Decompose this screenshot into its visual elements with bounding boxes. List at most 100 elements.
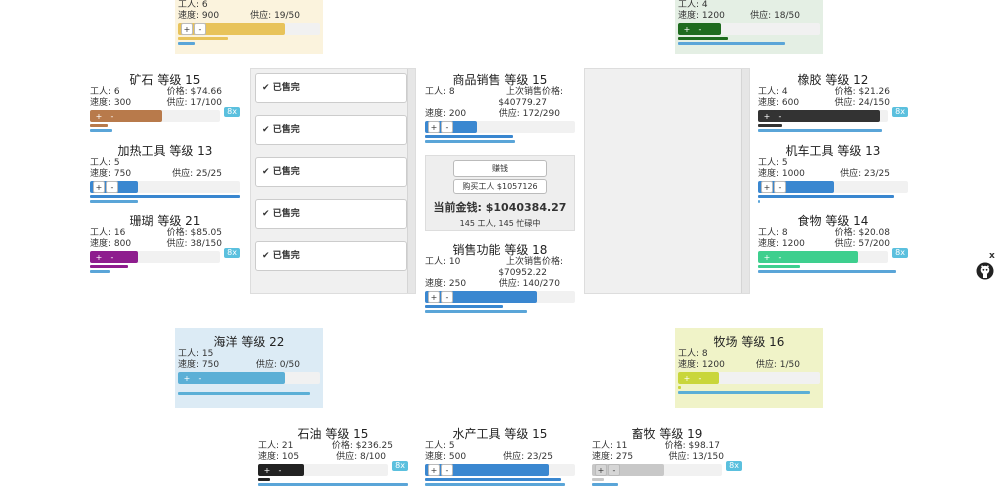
rubber-progress (758, 124, 908, 127)
add-worker-button[interactable]: + (428, 121, 440, 133)
rubber-workers: 工人: 4 (758, 87, 788, 97)
food-progress (758, 265, 908, 268)
remove-worker-button[interactable]: - (694, 372, 706, 384)
lathe-tools-title: 机车工具 等级 13 (785, 144, 881, 158)
current-money: 当前金钱: $1040384.27 (433, 201, 567, 214)
rubber-supply-bar (758, 129, 908, 132)
add-worker-button[interactable]: + (181, 372, 193, 384)
sales-func-worker-control: + - (425, 291, 575, 303)
add-worker-button[interactable]: + (595, 464, 607, 476)
heating-tools-supply-bar (90, 200, 240, 203)
sales-func-title: 销售功能 等级 18 (452, 243, 548, 257)
add-worker-button[interactable]: + (761, 251, 773, 263)
top-right-card: 工人: 4 速度: 1200 供应: 18/50 + - (675, 0, 823, 54)
add-worker-button[interactable]: + (93, 251, 105, 263)
food-title: 食物 等级 14 (797, 214, 869, 228)
top-right-supply: 供应: 18/50 (750, 11, 800, 21)
food-supply-bar (758, 270, 908, 273)
add-worker-button[interactable]: + (93, 181, 105, 193)
coral-worker-control: + - 8x (90, 248, 240, 263)
ranch-supply: 供应: 1/50 (755, 360, 800, 370)
add-worker-button[interactable]: + (681, 23, 693, 35)
sales-func-last-price-label: 上次销售价格: (505, 257, 563, 267)
ore-title: 矿石 等级 15 (129, 73, 201, 87)
remove-worker-button[interactable]: - (194, 23, 206, 35)
top-right-speed: 速度: 1200 (678, 11, 725, 21)
add-worker-button[interactable]: + (181, 23, 193, 35)
heating-tools-supply: 供应: 25/25 (172, 169, 222, 179)
oil-speed: 速度: 105 (258, 452, 300, 462)
ranch-worker-control: + - (678, 372, 820, 384)
check-icon: ✔ (262, 167, 270, 177)
oil-worker-control: + - 8x (258, 461, 408, 476)
sales-progress (425, 135, 575, 138)
rubber-title: 橡胶 等级 12 (797, 73, 869, 87)
remove-worker-button[interactable]: - (441, 464, 453, 476)
add-worker-button[interactable]: + (428, 291, 440, 303)
ore-supply-bar (90, 129, 240, 132)
github-icon[interactable] (976, 262, 994, 280)
multiplier-badge[interactable]: 8x (392, 461, 408, 471)
remove-worker-button[interactable]: - (106, 251, 118, 263)
multiplier-badge[interactable]: 8x (224, 107, 240, 117)
sold-out-item[interactable]: ✔ 已售完 (255, 157, 407, 187)
remove-worker-button[interactable]: - (774, 181, 786, 193)
aqua-tools-supply: 供应: 23/25 (503, 452, 553, 462)
coral-supply-bar (90, 270, 240, 273)
add-worker-button[interactable]: + (761, 110, 773, 122)
ore-card: 矿石 等级 15 工人: 6 价格: $74.66 速度: 300 供应: 17/1… (90, 73, 240, 132)
remove-worker-button[interactable]: - (194, 372, 206, 384)
top-left-speed: 速度: 900 (178, 11, 220, 21)
remove-worker-button[interactable]: - (608, 464, 620, 476)
sold-out-panel: ✔ 已售完 ✔ 已售完 ✔ 已售完 ✔ 已售完 ✔ 已售完 (250, 68, 416, 294)
sold-out-item[interactable]: ✔ 已售完 (255, 115, 407, 145)
scrollbar[interactable] (407, 69, 415, 293)
add-worker-button[interactable]: + (261, 464, 273, 476)
top-left-card: 工人: 6 速度: 900 供应: 19/50 + - (175, 0, 323, 54)
scrollbar[interactable] (741, 69, 749, 293)
remove-worker-button[interactable]: - (694, 23, 706, 35)
ranch-card: 牧场 等级 16 工人: 8 速度: 1200 供应: 1/50 + - (675, 328, 823, 408)
add-worker-button[interactable]: + (428, 464, 440, 476)
top-right-supply-bar (678, 42, 820, 45)
lathe-tools-progress (758, 195, 908, 198)
top-left-supply-bar (178, 42, 320, 45)
multiplier-badge[interactable]: 8x (892, 107, 908, 117)
remove-worker-button[interactable]: - (774, 110, 786, 122)
check-icon: ✔ (262, 251, 270, 261)
coral-progress (90, 265, 240, 268)
sold-out-item[interactable]: ✔ 已售完 (255, 73, 407, 103)
oil-workers: 工人: 21 (258, 441, 294, 451)
add-worker-button[interactable]: + (681, 372, 693, 384)
sales-card: 商品销售 等级 15 工人: 8 上次销售价格: $40779.27 速度: 20… (425, 73, 575, 143)
aqua-tools-card: 水产工具 等级 15 工人: 5 速度: 500 供应: 23/25 + - (425, 427, 575, 486)
food-price: 价格: $20.08 (834, 228, 890, 238)
remove-worker-button[interactable]: - (106, 110, 118, 122)
sold-out-item[interactable]: ✔ 已售完 (255, 241, 407, 271)
hire-worker-button[interactable]: 购买工人 $1057126 (453, 179, 547, 194)
multiplier-badge[interactable]: 8x (224, 248, 240, 258)
remove-worker-button[interactable]: - (106, 181, 118, 193)
livestock-card: 畜牧 等级 19 工人: 11 价格: $98.17 速度: 275 供应: 13/… (592, 427, 742, 486)
multiplier-badge[interactable]: 8x (892, 248, 908, 258)
lathe-tools-supply: 供应: 23/25 (840, 169, 890, 179)
lathe-tools-speed: 速度: 1000 (758, 169, 805, 179)
close-icon[interactable]: x (989, 251, 995, 261)
remove-worker-button[interactable]: - (274, 464, 286, 476)
add-worker-button[interactable]: + (93, 110, 105, 122)
remove-worker-button[interactable]: - (441, 291, 453, 303)
ore-price: 价格: $74.66 (166, 87, 222, 97)
earn-money-button[interactable]: 赚钱 (453, 160, 547, 177)
top-right-worker-control: + - (678, 23, 820, 35)
remove-worker-button[interactable]: - (441, 121, 453, 133)
add-worker-button[interactable]: + (761, 181, 773, 193)
lathe-tools-workers: 工人: 5 (758, 158, 788, 168)
lathe-tools-supply-bar (758, 200, 908, 203)
sales-func-card: 销售功能 等级 18 工人: 10 上次销售价格: $70952.22 速度: 2… (425, 243, 575, 313)
money-panel: 赚钱 购买工人 $1057126 当前金钱: $1040384.27 145 工… (425, 155, 575, 231)
coral-workers: 工人: 16 (90, 228, 126, 238)
remove-worker-button[interactable]: - (774, 251, 786, 263)
sold-out-item[interactable]: ✔ 已售完 (255, 199, 407, 229)
multiplier-badge[interactable]: 8x (726, 461, 742, 471)
rubber-worker-control: + - 8x (758, 107, 908, 122)
